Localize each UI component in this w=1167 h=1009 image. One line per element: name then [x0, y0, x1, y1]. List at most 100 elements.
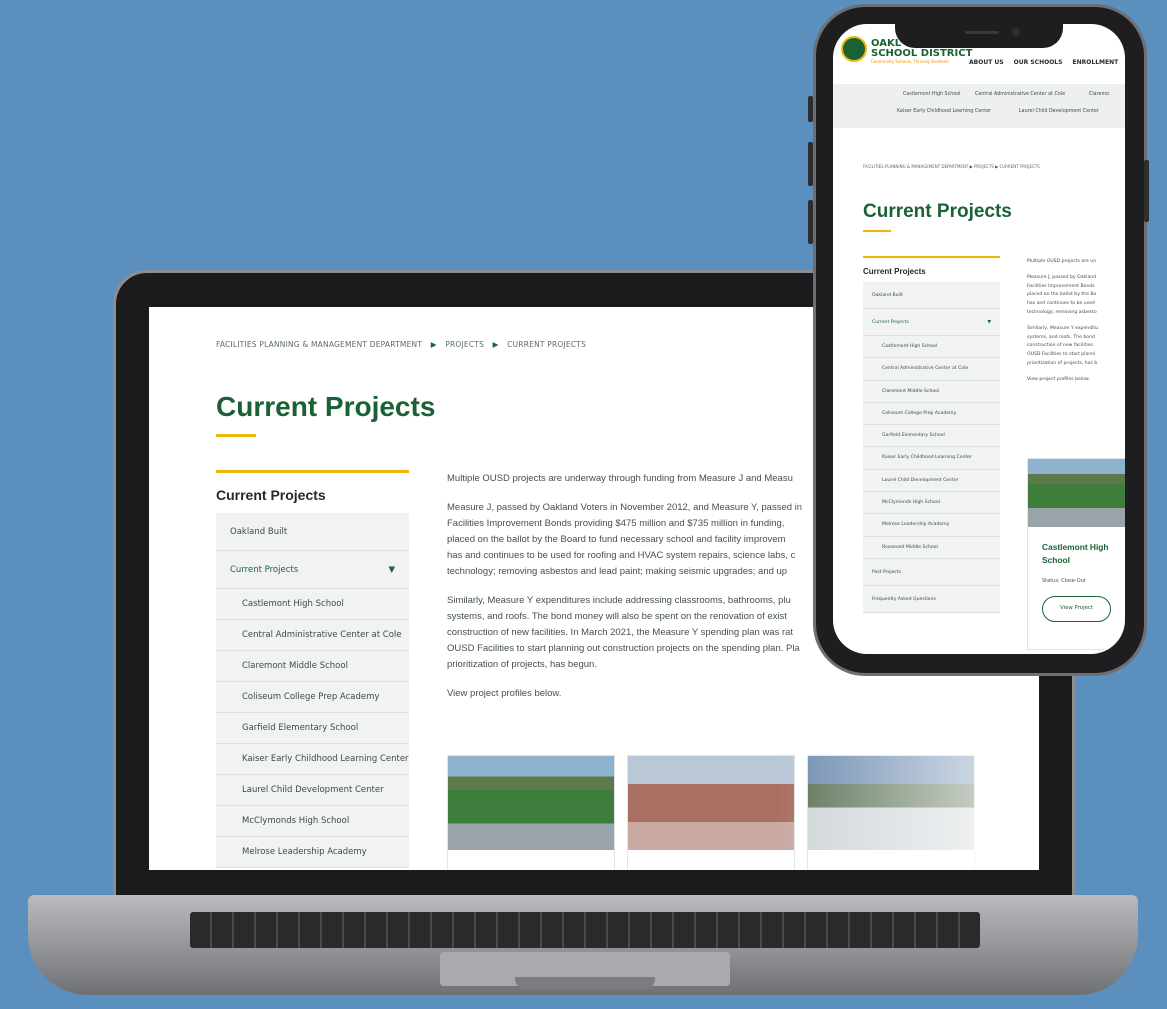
subnav-item[interactable]: Laurel Child Development Center: [1019, 109, 1099, 114]
intro-paragraph: Multiple OUSD projects are un: [1027, 259, 1097, 264]
chevron-down-icon[interactable]: ▼: [388, 551, 395, 588]
text-line: Similarly, Measure Y expenditures includ…: [447, 595, 791, 606]
sidebar-subitem[interactable]: Roosevelt Middle School: [863, 536, 1000, 559]
text-line: Facilities Improvement Bonds providing $…: [447, 518, 785, 529]
sidebar-subitem[interactable]: Claremont Middle School: [216, 651, 409, 682]
sidebar-subitem[interactable]: McClymonds High School: [216, 806, 409, 837]
breadcrumb-link[interactable]: PROJECTS: [445, 340, 484, 349]
sub-nav: Castlemont High School Central Administr…: [833, 84, 1125, 128]
sidebar-subitem[interactable]: Central Administrative Center at Cole: [863, 358, 1000, 381]
sidebar-subitem[interactable]: Laurel Child Development Center: [216, 775, 409, 806]
text-line: placed on the ballot by the Board to fun…: [447, 534, 786, 545]
sidebar-subitem[interactable]: Castlemont High School: [216, 589, 409, 620]
phone-side-button: [808, 96, 813, 122]
sidebar-item-faq[interactable]: Frequently Asked Questions: [863, 585, 1000, 613]
breadcrumb-separator-icon: ▶: [430, 340, 437, 349]
breadcrumb-separator-icon: ▶: [995, 164, 999, 169]
nav-item-about-us[interactable]: ABOUT US: [969, 59, 1004, 66]
page-title: Current Projects: [216, 391, 436, 422]
sidebar-heading: Current Projects: [863, 267, 926, 276]
sidebar-subitem[interactable]: Laurel Child Development Center: [863, 469, 1000, 493]
sidebar-subitem[interactable]: Kaiser Early Childhood Learning Center: [216, 744, 409, 775]
sidebar-subitem[interactable]: Kaiser Early Childhood Learning Center: [863, 447, 1000, 470]
sidebar-subitem[interactable]: McClymonds High School: [863, 492, 1000, 515]
sidebar-item-label: Current Projects: [872, 320, 909, 325]
text-line: prioritization of projects, has begun.: [447, 659, 597, 670]
nav-item-enrollment[interactable]: ENROLLMENT: [1073, 59, 1119, 66]
text-line: systems, and roofs. The bond money will …: [447, 611, 787, 622]
breadcrumb: FACILITIES PLANNING & MANAGEMENT DEPARTM…: [216, 340, 592, 349]
text-line: Measure J, passed by Oakland Voters in N…: [447, 502, 803, 513]
text-line: construction of new facilities.: [1027, 343, 1095, 349]
phone-screen: OAKL SCHOOL DISTRICT Community Schools, …: [833, 24, 1125, 654]
sidebar-subitem[interactable]: Castlemont High School: [863, 336, 1000, 359]
project-card[interactable]: [447, 755, 615, 870]
phone-side-button: [808, 142, 813, 186]
breadcrumb-link[interactable]: FACILITIES PLANNING & MANAGEMENT DEPARTM…: [863, 164, 968, 169]
sidebar-nav: Current Projects Oakland Built Current P…: [216, 470, 409, 868]
text-line: has and continues to be used for roofing…: [447, 550, 796, 561]
text-line: OUSD Facilities to start planni: [1027, 352, 1096, 358]
district-logo-icon[interactable]: [841, 36, 867, 62]
breadcrumb-separator-icon: ▶: [492, 340, 499, 349]
sidebar-nav: Current Projects Oakland Built Current P…: [863, 256, 1000, 613]
subnav-item[interactable]: Kaiser Early Childhood Learning Center: [897, 109, 991, 114]
text-line: construction of new facilities. In March…: [447, 627, 794, 638]
sidebar-item-current-projects[interactable]: Current Projects ▼: [863, 309, 1000, 336]
intro-paragraph: Measure J, passed by Oakland Facilities …: [1027, 274, 1125, 318]
text-line: OUSD Facilities to start planning out co…: [447, 643, 800, 654]
phone-side-button: [808, 200, 813, 244]
sidebar-item-label: Current Projects: [230, 565, 299, 575]
phone-side-button: [1144, 160, 1149, 222]
project-card-title[interactable]: Castlemont High School: [1042, 541, 1125, 567]
sidebar-subitem[interactable]: Garfield Elementary School: [216, 713, 409, 744]
sidebar-subitem[interactable]: Coliseum College Prep Academy: [216, 682, 409, 713]
subnav-item[interactable]: Central Administrative Center at Cole: [975, 92, 1065, 97]
sidebar-subitem[interactable]: Garfield Elementary School: [863, 425, 1000, 448]
breadcrumb-current: CURRENT PROJECTS: [999, 164, 1040, 169]
sidebar-subitem[interactable]: Coliseum College Prep Academy: [863, 402, 1000, 426]
district-tagline: Community Schools, Thriving Students: [871, 59, 949, 64]
breadcrumb-current: CURRENT PROJECTS: [507, 340, 587, 349]
chevron-down-icon[interactable]: ▼: [987, 309, 991, 335]
sidebar-item-past-projects[interactable]: Past Projects: [863, 558, 1000, 586]
subnav-item[interactable]: Claremo: [1089, 92, 1109, 97]
sidebar-item-oakland-built[interactable]: Oakland Built: [216, 513, 409, 551]
breadcrumb: FACILITIES PLANNING & MANAGEMENT DEPARTM…: [863, 164, 1040, 169]
laptop-keyboard: [190, 912, 980, 948]
district-name: SCHOOL DISTRICT: [871, 48, 973, 59]
intro-paragraph: View project profiles below.: [1027, 376, 1090, 382]
intro-paragraph: Similarly, Measure Y expenditu systems, …: [1027, 325, 1125, 369]
breadcrumb-link[interactable]: PROJECTS: [974, 164, 994, 169]
view-project-button[interactable]: View Project: [1042, 596, 1111, 622]
text-line: systems, and roofs. The bond: [1027, 334, 1095, 340]
project-status: Status: Close-Out: [1042, 578, 1086, 584]
text-line: technology; removing asbestos and lead p…: [447, 566, 788, 577]
text-line: Measure J, passed by Oakland: [1027, 274, 1097, 280]
sidebar-subitem[interactable]: Central Administrative Center at Cole: [216, 620, 409, 651]
text-line: placed on the ballot by the Bo: [1027, 292, 1097, 298]
sidebar-subitem[interactable]: Melrose Leadership Academy: [216, 837, 409, 868]
text-line: technology; removing asbesto: [1027, 309, 1097, 315]
text-line: Similarly, Measure Y expenditu: [1027, 325, 1099, 331]
project-card[interactable]: Castlemont High School Status: Close-Out…: [1027, 458, 1125, 650]
intro-text: Multiple OUSD projects are un Measure J,…: [1027, 258, 1125, 392]
phone-camera: [1012, 28, 1020, 36]
sidebar-item-current-projects[interactable]: Current Projects ▼: [216, 551, 409, 589]
subnav-item[interactable]: Castlemont High School: [903, 92, 960, 97]
sidebar-subitem[interactable]: Melrose Leadership Academy: [863, 514, 1000, 537]
project-photo: [1028, 459, 1125, 527]
text-line: has and continues to be used: [1027, 301, 1095, 307]
title-underline: [216, 434, 256, 437]
sidebar-heading: Current Projects: [216, 487, 326, 503]
project-photo: [448, 756, 614, 850]
laptop-hinge-notch: [515, 977, 655, 989]
sidebar-item-oakland-built[interactable]: Oakland Built: [863, 282, 1000, 309]
nav-item-our-schools[interactable]: OUR SCHOOLS: [1014, 59, 1063, 66]
phone-speaker: [965, 31, 999, 34]
text-line: prioritization of projects, has b: [1027, 360, 1098, 366]
sidebar-subitem[interactable]: Claremont Middle School: [863, 380, 1000, 403]
project-card[interactable]: [627, 755, 795, 870]
breadcrumb-link[interactable]: FACILITIES PLANNING & MANAGEMENT DEPARTM…: [216, 340, 422, 349]
main-nav: ABOUT US OUR SCHOOLS ENROLLMENT: [969, 59, 1125, 66]
